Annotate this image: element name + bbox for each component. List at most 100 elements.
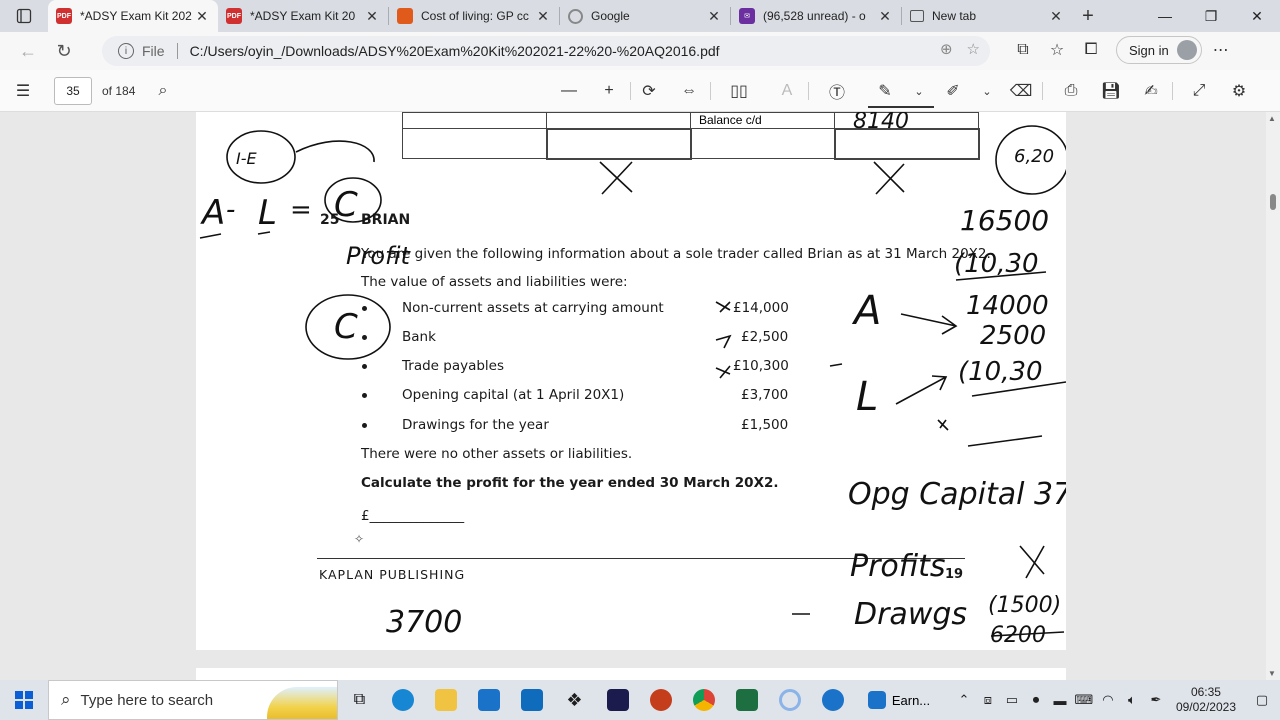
omnibox-separator xyxy=(176,43,178,59)
taskbar-search[interactable]: ⌕ Type here to search xyxy=(48,680,338,720)
chevron-up-icon[interactable]: ⌃ xyxy=(952,692,976,708)
network-icon[interactable]: ⧈ xyxy=(976,692,1000,708)
back-button[interactable]: ← xyxy=(10,35,46,67)
clock[interactable]: 06:35 09/02/2023 xyxy=(1168,685,1244,715)
print-icon[interactable]: ⎙ xyxy=(1056,76,1086,106)
close-icon[interactable]: ✕ xyxy=(535,8,551,25)
collections-icon[interactable]: ⧠ xyxy=(1076,35,1106,65)
no-other-text: There were no other assets or liabilitie… xyxy=(361,446,633,462)
fit-width-icon[interactable]: ⇔ xyxy=(674,76,704,106)
save-icon[interactable]: 💾︎ xyxy=(1096,76,1126,106)
file-label: File xyxy=(142,43,165,59)
excel-icon[interactable] xyxy=(725,680,768,720)
reload-button[interactable]: ↻ xyxy=(46,35,82,67)
page-view-icon[interactable]: ▯▯ xyxy=(724,76,754,106)
settings-gear-icon[interactable]: ⚙ xyxy=(1224,76,1254,106)
mic-icon[interactable]: ⏺ xyxy=(1024,692,1048,708)
url-text[interactable]: C:/Users/oyin_/Downloads/ADSY%20Exam%20K… xyxy=(190,43,720,59)
task-view-icon[interactable]: ⧉ xyxy=(338,680,381,720)
info-icon[interactable]: i xyxy=(118,43,134,59)
earnings-app-icon[interactable]: Earn... xyxy=(854,680,944,720)
tab-google[interactable]: Google ✕ xyxy=(560,0,730,32)
close-icon[interactable]: ✕ xyxy=(1048,8,1064,25)
powerpoint-icon[interactable] xyxy=(639,680,682,720)
close-window-button[interactable]: ✕ xyxy=(1234,0,1280,32)
display-icon[interactable]: ▬ xyxy=(1048,693,1072,708)
tab-adsy-1[interactable]: PDF *ADSY Exam Kit 202 ✕ xyxy=(48,0,218,32)
keyboard-icon[interactable]: ⌨ xyxy=(1072,692,1096,708)
chevron-down-icon[interactable]: ⌄ xyxy=(904,76,934,106)
close-icon[interactable]: ✕ xyxy=(877,8,893,25)
tab-actions-button[interactable] xyxy=(0,0,48,32)
more-menu-icon[interactable]: ⋯ xyxy=(1206,35,1236,65)
rotate-icon[interactable]: ⟳ xyxy=(634,76,664,106)
start-button[interactable] xyxy=(0,680,48,720)
pdf-viewport[interactable]: Balance c/d 25 BRIAN You are given the f… xyxy=(0,112,1280,680)
omnibox[interactable]: i File C:/Users/oyin_/Downloads/ADSY%20E… xyxy=(102,36,990,66)
close-icon[interactable]: ✕ xyxy=(194,8,210,25)
pdf-page-next xyxy=(196,668,1066,680)
assets-intro: The value of assets and liabilities were… xyxy=(361,274,628,290)
file-explorer-icon[interactable] xyxy=(424,680,467,720)
tab-adsy-2[interactable]: PDF *ADSY Exam Kit 20 ✕ xyxy=(218,0,388,32)
page-number-input[interactable]: 35 xyxy=(54,77,92,105)
favorites-icon[interactable]: ☆ xyxy=(1042,35,1072,65)
save-as-icon[interactable]: ✍ xyxy=(1136,76,1166,106)
contents-icon[interactable]: ☰ xyxy=(8,76,38,106)
notifications-icon[interactable]: ▢ xyxy=(1244,692,1280,708)
chevron-down-icon[interactable]: ⌄ xyxy=(972,76,1002,106)
minimize-button[interactable]: — xyxy=(1142,0,1188,32)
hw-l: L xyxy=(258,193,277,233)
tab-strip: PDF *ADSY Exam Kit 202 ✕ PDF *ADSY Exam … xyxy=(0,0,1280,32)
chrome-icon[interactable] xyxy=(682,680,725,720)
item-label: Trade payables xyxy=(402,358,505,374)
tab-cost-of-living[interactable]: Cost of living: GP cc ✕ xyxy=(389,0,559,32)
tab-mail[interactable]: ✉ (96,528 unread) - o ✕ xyxy=(731,0,901,32)
newtab-icon xyxy=(910,10,924,22)
restore-button[interactable]: ❐ xyxy=(1188,0,1234,32)
zoom-out-icon[interactable]: — xyxy=(554,76,584,106)
zoom-in-icon[interactable]: + xyxy=(594,76,624,106)
read-aloud-icon[interactable]: A xyxy=(772,76,802,106)
scrollbar-thumb[interactable] xyxy=(1270,194,1276,210)
draw-icon[interactable]: ✎ xyxy=(870,76,900,106)
windows-icon xyxy=(15,691,33,709)
mail-icon[interactable] xyxy=(510,680,553,720)
pdf-icon: PDF xyxy=(56,8,72,24)
help-icon[interactable] xyxy=(811,680,854,720)
eraser-icon[interactable]: ⌫ xyxy=(1006,76,1036,106)
item-label: Drawings for the year xyxy=(402,417,549,433)
wifi-icon[interactable]: ◠ xyxy=(1096,692,1120,708)
vertical-scrollbar[interactable]: ▲ ▼ xyxy=(1266,112,1280,680)
edge-icon[interactable] xyxy=(381,680,424,720)
table-row xyxy=(402,127,1039,160)
volume-icon[interactable]: 🔈︎ xyxy=(1120,692,1144,708)
scroll-down-icon[interactable]: ▼ xyxy=(1268,669,1276,678)
hw-opening-capital: Opg Capital 3700 xyxy=(848,477,1066,512)
new-tab-button[interactable]: + xyxy=(1072,0,1104,32)
favorite-star-icon[interactable]: ☆ xyxy=(967,40,980,58)
battery-icon[interactable]: ▭ xyxy=(1000,692,1024,708)
close-icon[interactable]: ✕ xyxy=(364,8,380,25)
zoom-icon[interactable]: ⊕ xyxy=(940,40,953,58)
cortana-icon[interactable] xyxy=(768,680,811,720)
bullet-icon xyxy=(362,423,367,428)
dropbox-icon[interactable]: ❖ xyxy=(553,680,596,720)
extensions-icon[interactable]: ⧉ xyxy=(1008,35,1038,65)
sign-in-button[interactable]: Sign in xyxy=(1116,36,1202,64)
tab-new-tab[interactable]: New tab ✕ xyxy=(902,0,1072,32)
scroll-up-icon[interactable]: ▲ xyxy=(1268,114,1276,123)
bullet-icon xyxy=(362,335,367,340)
close-icon[interactable]: ✕ xyxy=(706,8,722,25)
search-icon[interactable]: ⌕ xyxy=(148,76,178,106)
fullscreen-icon[interactable]: ⤢ xyxy=(1184,76,1214,106)
pen-icon[interactable]: ✒ xyxy=(1144,692,1168,708)
hw-n3: 14000 xyxy=(966,291,1049,321)
answer-line: £______________ xyxy=(361,508,465,524)
slides-icon xyxy=(397,8,413,24)
hw-drawings: Drawgs xyxy=(854,597,967,632)
store-icon[interactable] xyxy=(467,680,510,720)
text-tool-icon[interactable]: Ⓣ xyxy=(822,76,852,106)
visual-studio-icon[interactable] xyxy=(596,680,639,720)
highlight-icon[interactable]: ✐ xyxy=(938,76,968,106)
